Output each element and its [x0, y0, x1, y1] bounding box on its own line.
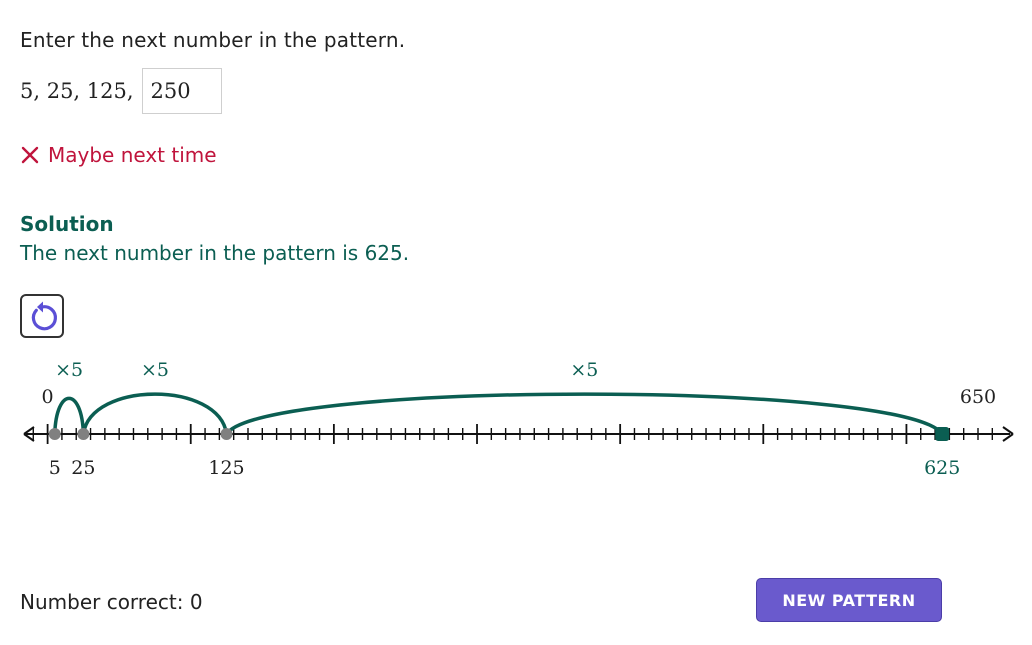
sequence-terms: 5, 25, 125, — [20, 79, 134, 103]
point-label: 125 — [208, 457, 244, 479]
answer-point — [935, 427, 950, 441]
question-prompt: Enter the next number in the pattern. — [20, 28, 406, 52]
point-label: 25 — [71, 457, 95, 479]
answer-input[interactable] — [141, 68, 222, 114]
jump-label: ×5 — [570, 359, 598, 381]
sequence-point — [48, 428, 61, 440]
reset-button[interactable] — [20, 294, 64, 338]
jump-arc — [53, 396, 86, 436]
feedback-text: Maybe next time — [48, 143, 217, 167]
solution-text: The next number in the pattern is 625. — [20, 241, 410, 265]
sequence-point — [220, 428, 233, 440]
solution-heading: Solution — [20, 212, 114, 236]
jump-label: ×5 — [55, 359, 83, 381]
jump-label: ×5 — [141, 359, 169, 381]
sequence-row: 5, 25, 125, — [20, 66, 222, 116]
reset-icon — [31, 301, 57, 331]
close-icon — [20, 145, 40, 165]
new-pattern-button[interactable]: NEW PATTERN — [756, 578, 942, 622]
point-label: 625 — [924, 457, 960, 479]
sequence-point — [77, 428, 90, 440]
axis-max-label: 650 — [960, 386, 996, 408]
point-label: 5 — [49, 457, 61, 479]
feedback-message: Maybe next time — [20, 143, 217, 167]
number-line: 0 650 ×5 ×5 ×5 5 25 125 625 — [23, 359, 1014, 479]
axis-min-label: 0 — [42, 386, 54, 408]
score-counter: Number correct: 0 — [20, 590, 203, 614]
